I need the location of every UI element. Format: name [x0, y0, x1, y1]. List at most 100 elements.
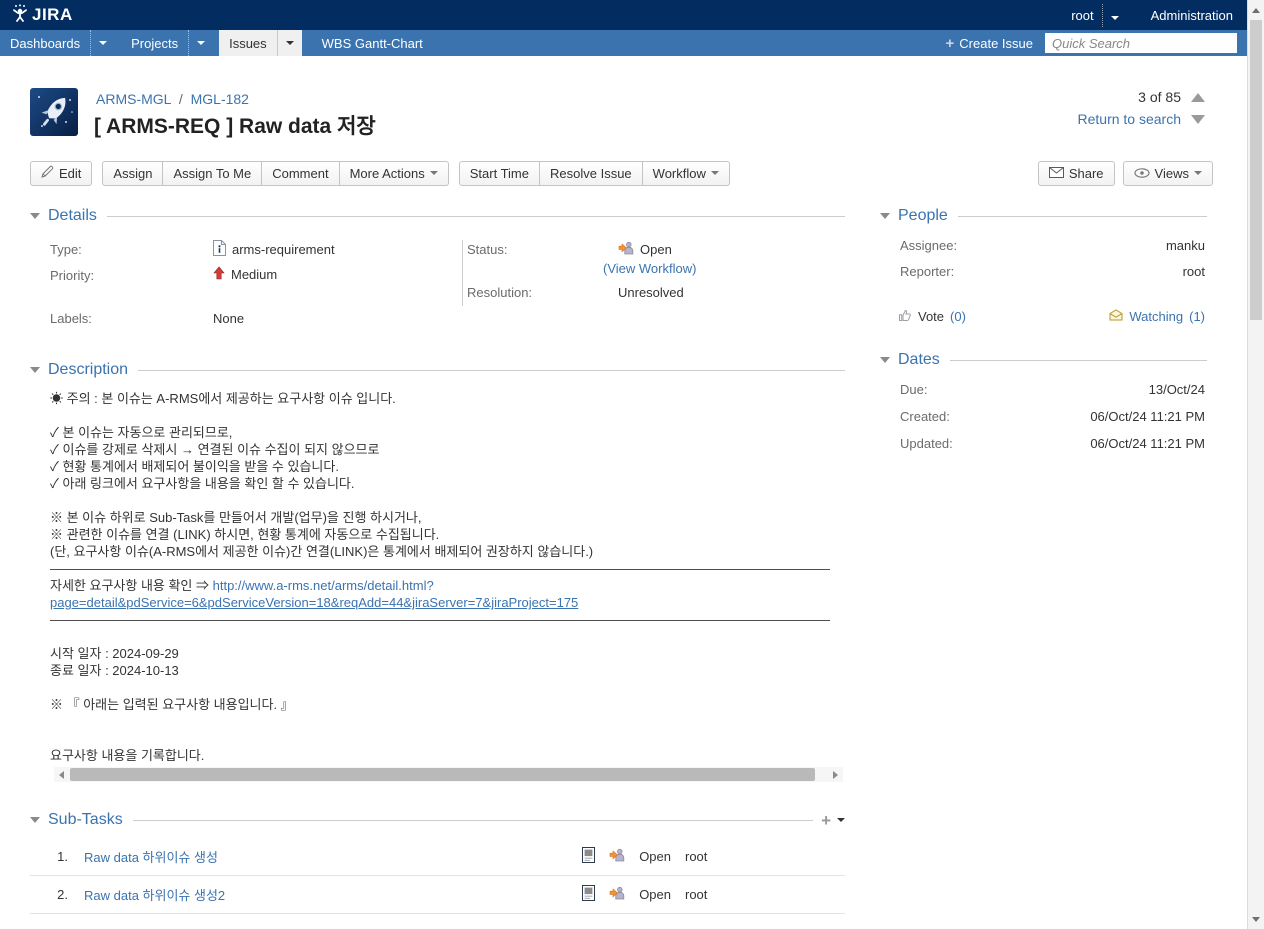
issue-toolbar: Edit Assign Assign To Me Comment More Ac… — [30, 160, 1213, 186]
updated-value: 06/Oct/24 11:21 PM — [1090, 436, 1205, 451]
description-line: 자세한 요구사항 내용 확인 ⇒ http://www.a-rms.net/ar… — [50, 577, 843, 594]
subtask-status: Open — [639, 887, 671, 902]
return-to-search-link[interactable]: Return to search — [1078, 111, 1182, 127]
chevron-down-icon — [286, 41, 294, 45]
breadcrumb-separator: / — [179, 91, 183, 107]
description-horizontal-scrollbar[interactable] — [54, 767, 843, 782]
updated-row: Updated: 06/Oct/24 11:21 PM — [880, 436, 1207, 463]
resolve-issue-button[interactable]: Resolve Issue — [540, 161, 643, 186]
assign-button[interactable]: Assign — [102, 161, 163, 186]
due-row: Due: 13/Oct/24 — [880, 382, 1207, 409]
next-issue-icon[interactable] — [1191, 115, 1205, 124]
add-subtask-icon[interactable]: + — [821, 812, 831, 829]
nav-wbs-gantt-chart[interactable]: WBS Gantt-Chart — [312, 30, 433, 56]
vote-button[interactable]: Vote (0) — [898, 308, 966, 325]
labels-label: Labels: — [50, 311, 92, 326]
description-url-link[interactable]: http://www.a-rms.net/arms/detail.html? — [213, 578, 434, 593]
thumbs-up-icon — [898, 308, 912, 325]
description-line: ※ 본 이슈 하위로 Sub-Task를 만들어서 개발(업무)을 진행 하시거… — [50, 509, 843, 526]
section-rule — [950, 360, 1207, 361]
administration-link[interactable]: Administration — [1151, 8, 1233, 23]
type-value-text: arms-requirement — [232, 242, 335, 257]
watching-count[interactable]: (1) — [1189, 309, 1205, 324]
jira-logo[interactable]: JIRA — [0, 4, 83, 27]
vote-label: Vote — [918, 309, 944, 324]
due-label: Due: — [900, 382, 927, 397]
edit-button[interactable]: Edit — [30, 161, 92, 186]
vote-count[interactable]: (0) — [950, 309, 966, 324]
breadcrumb-project-link[interactable]: ARMS-MGL — [96, 91, 171, 107]
more-actions-button[interactable]: More Actions — [340, 161, 449, 186]
assign-to-me-button[interactable]: Assign To Me — [163, 161, 262, 186]
share-label: Share — [1069, 166, 1104, 181]
edit-label: Edit — [59, 166, 81, 181]
scroll-right-icon[interactable] — [828, 767, 843, 782]
vote-watch-row: Vote (0) Watching (1) — [880, 306, 1207, 326]
user-menu-dropdown[interactable] — [1102, 4, 1125, 27]
nav-projects-dropdown[interactable] — [188, 30, 213, 56]
assignee-value: manku — [1166, 238, 1205, 253]
updated-label: Updated: — [900, 436, 953, 451]
nav-issues[interactable]: Issues — [219, 30, 277, 56]
plus-icon: + — [946, 35, 955, 52]
status-label: Status: — [467, 242, 507, 257]
description-line: ☀ 주의 : 본 이슈는 A-RMS에서 제공하는 요구사항 이슈 입니다. — [50, 390, 843, 407]
subtask-meta: Open root — [582, 885, 725, 904]
user-menu[interactable]: root — [1071, 8, 1093, 23]
description-body: ☀ 주의 : 본 이슈는 A-RMS에서 제공하는 요구사항 이슈 입니다. ✓… — [50, 390, 843, 764]
comment-button[interactable]: Comment — [262, 161, 339, 186]
window-scrollbar[interactable] — [1247, 0, 1264, 929]
subtask-row: 1.Raw data 하위이슈 생성Openroot — [30, 838, 845, 876]
start-time-button[interactable]: Start Time — [459, 161, 540, 186]
status-open-icon — [609, 847, 625, 866]
collapse-icon[interactable] — [880, 213, 890, 219]
pager-position: 3 of 85 — [1138, 89, 1181, 105]
scroll-left-icon[interactable] — [54, 767, 69, 782]
views-label: Views — [1155, 166, 1189, 181]
type-label: Type: — [50, 242, 82, 257]
nav-dashboards-dropdown[interactable] — [90, 30, 115, 56]
description-line — [50, 492, 843, 509]
people-section-header: People — [880, 206, 1207, 226]
collapse-icon[interactable] — [30, 817, 40, 823]
subtasks-options-icon[interactable] — [837, 818, 845, 822]
quick-search-input[interactable] — [1045, 33, 1237, 53]
status-value-text: Open — [640, 242, 672, 257]
subtask-link[interactable]: Raw data 하위이슈 생성2 — [84, 885, 225, 904]
description-line: ※ 『 아래는 입력된 요구사항 내용입니다. 』 — [50, 696, 843, 713]
previous-issue-icon[interactable] — [1191, 93, 1205, 102]
subtask-link[interactable]: Raw data 하위이슈 생성 — [84, 847, 218, 866]
project-avatar[interactable] — [30, 88, 78, 136]
status-value: Open — [618, 240, 672, 259]
reporter-label: Reporter: — [900, 264, 954, 279]
scrollbar-thumb[interactable] — [70, 768, 815, 781]
watching-label[interactable]: Watching — [1129, 309, 1183, 324]
watching-button[interactable]: Watching (1) — [1109, 309, 1205, 324]
collapse-icon[interactable] — [880, 357, 890, 363]
assignee-label: Assignee: — [900, 238, 957, 253]
create-issue-button[interactable]: + Create Issue — [946, 35, 1033, 52]
description-line: ✓ 본 이슈는 자동으로 관리되므로, — [50, 424, 843, 441]
breadcrumb-issue-link[interactable]: MGL-182 — [191, 91, 249, 107]
nav-projects[interactable]: Projects — [121, 30, 188, 56]
workflow-button[interactable]: Workflow — [643, 161, 730, 186]
subtask-assignee: root — [685, 887, 725, 902]
scroll-down-icon[interactable] — [1248, 911, 1264, 927]
nav-issues-dropdown[interactable] — [277, 30, 302, 56]
share-button[interactable]: Share — [1038, 161, 1115, 186]
assignee-row: Assignee: manku — [880, 238, 1207, 264]
scrollbar-thumb[interactable] — [1250, 20, 1262, 320]
main-navigation: Dashboards Projects Issues WBS Gantt-Cha… — [0, 30, 1247, 56]
scroll-up-icon[interactable] — [1248, 2, 1264, 18]
subtask-number: 2. — [40, 887, 68, 902]
collapse-icon[interactable] — [30, 367, 40, 373]
nav-dashboards[interactable]: Dashboards — [0, 30, 90, 56]
views-button[interactable]: Views — [1123, 161, 1213, 186]
description-url-link[interactable]: page=detail&pdService=6&pdServiceVersion… — [50, 595, 578, 610]
description-line — [50, 730, 843, 747]
chevron-down-icon — [1194, 171, 1202, 175]
view-workflow-link[interactable]: (View Workflow) — [603, 261, 696, 276]
reporter-value: root — [1183, 264, 1205, 279]
collapse-icon[interactable] — [30, 213, 40, 219]
subtasks-section-header: Sub-Tasks + — [30, 810, 845, 830]
